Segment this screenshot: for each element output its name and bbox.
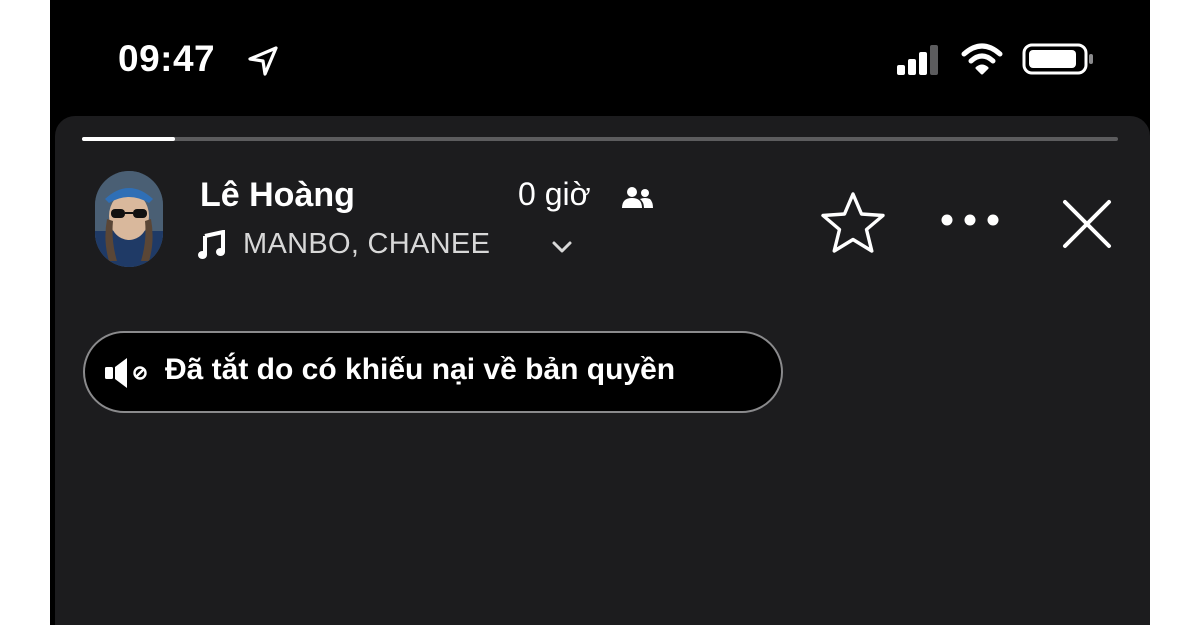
chevron-down-icon[interactable] [550, 237, 574, 257]
more-icon[interactable] [935, 202, 1005, 238]
music-note-icon [198, 230, 225, 259]
wifi-icon [961, 43, 1003, 75]
music-track-label[interactable]: MANBO, CHANEE [243, 228, 490, 261]
friends-icon [622, 187, 653, 208]
story-viewer: Lê Hoàng 0 giờ MANBO, CHANEE Đã tắt do c… [55, 116, 1150, 625]
muted-audio-notice[interactable]: Đã tắt do có khiếu nại về bản quyền [83, 331, 783, 413]
user-name[interactable]: Lê Hoàng [200, 176, 355, 215]
cellular-signal-icon [897, 45, 938, 75]
story-progress-bar [82, 137, 1118, 141]
star-icon[interactable] [815, 188, 891, 260]
avatar-image [95, 171, 163, 267]
close-icon[interactable] [1057, 194, 1117, 254]
muted-notice-text: Đã tắt do có khiếu nại về bản quyền [165, 353, 676, 386]
location-arrow-icon [248, 46, 278, 76]
story-progress-fill [82, 137, 176, 141]
speaker-muted-icon [105, 358, 147, 388]
status-time: 09:47 [118, 38, 216, 79]
avatar[interactable] [95, 171, 163, 267]
status-bar: 09:47 [50, 0, 1150, 118]
phone-screen: 09:47 Lê Hoàng 0 giờ MANBO, CHANEE Đã tắ… [50, 0, 1150, 625]
battery-icon [1022, 43, 1093, 75]
story-timestamp: 0 giờ [518, 176, 591, 212]
